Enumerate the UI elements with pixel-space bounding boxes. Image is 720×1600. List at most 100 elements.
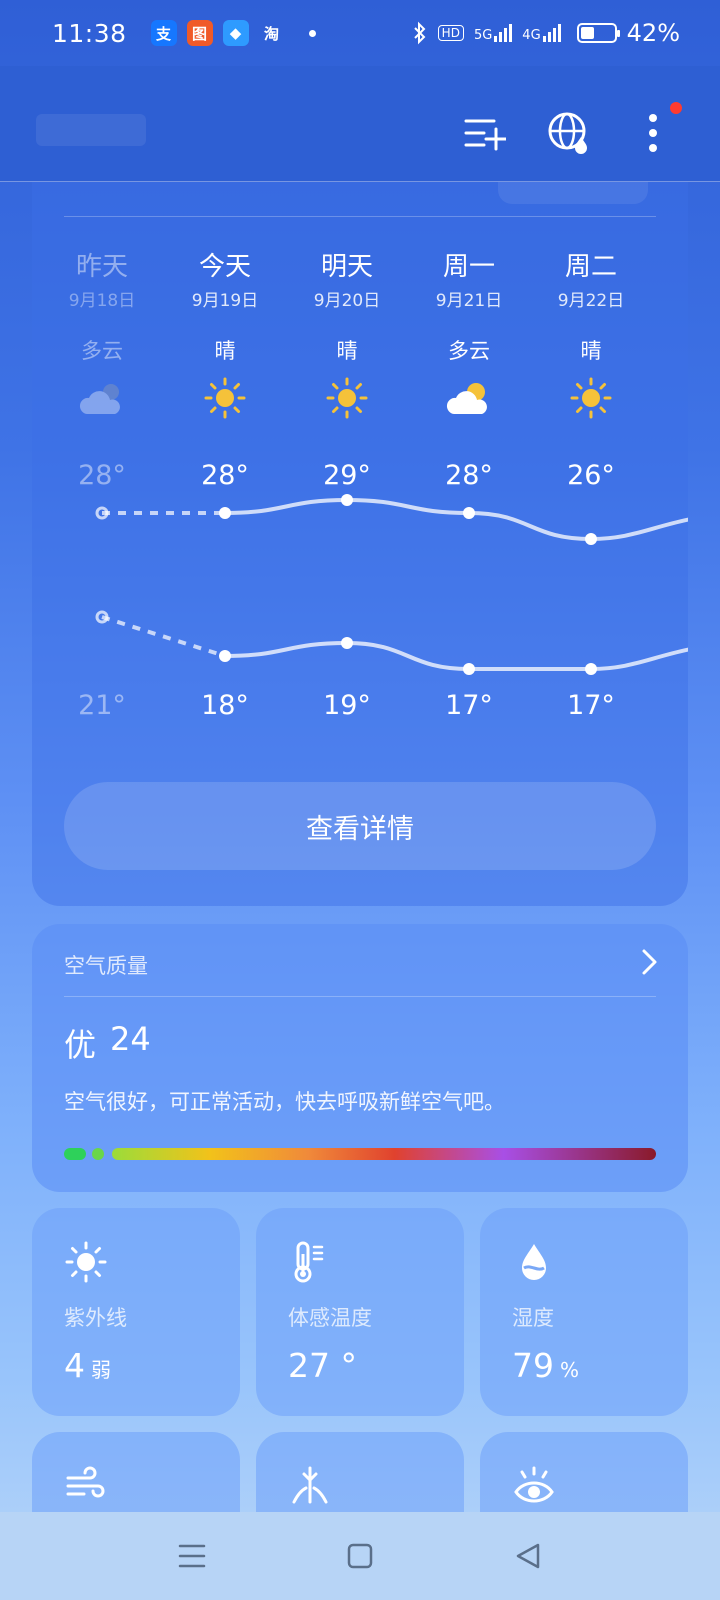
low-temp-label: 21° — [78, 690, 126, 721]
forecast-day-4: 周二 9月22日 晴 — [531, 250, 651, 424]
cloud-night-icon — [79, 384, 120, 414]
status-bar: 11:38 支 图 ◆ 淘 HD 5G 4G 42% — [0, 0, 720, 66]
forecast-day-1: 今天 9月19日 晴 — [165, 250, 285, 424]
aqi-scale-good — [64, 1148, 86, 1160]
day-name: 昨天 — [75, 252, 128, 282]
back-button[interactable] — [508, 1536, 548, 1576]
home-button[interactable] — [340, 1536, 380, 1576]
view-details-button[interactable]: 查看详情 — [64, 782, 656, 870]
low-temp-point — [341, 637, 353, 649]
high-temp-label: 28° — [445, 460, 493, 491]
divider — [64, 996, 656, 997]
net-label-5g: 5G — [473, 28, 493, 43]
wind-icon — [66, 1466, 105, 1498]
aqi-value: 优 24 — [64, 1020, 151, 1066]
battery-icon — [576, 23, 620, 43]
aqi-scale — [64, 1148, 656, 1160]
more-menu-button[interactable] — [630, 102, 682, 156]
sun-icon — [204, 377, 246, 419]
day-date: 9月19日 — [191, 291, 259, 311]
taobao-map-icon: 图 — [186, 20, 213, 46]
high-temp-curve — [224, 497, 688, 542]
day-condition: 晴 — [336, 339, 358, 363]
signal-5g: 5G — [473, 24, 513, 43]
forecast-day-0: 昨天 9月18日 多云 — [42, 250, 162, 424]
day-condition: 晴 — [214, 339, 236, 363]
low-temp-past-segment — [101, 615, 226, 658]
day-name: 周二 — [564, 252, 617, 282]
city-title-ghost[interactable] — [36, 114, 146, 146]
humidity-unit: % — [560, 1358, 580, 1382]
uv-label: 紫外线 — [64, 1306, 127, 1330]
aqi-index: 24 — [110, 1020, 151, 1058]
aqi-level: 优 — [64, 1026, 97, 1064]
header-actions — [462, 102, 682, 156]
partly-cloudy-icon — [446, 383, 487, 414]
uv-card[interactable]: 紫外线 4弱 — [32, 1208, 240, 1416]
app-header — [0, 66, 720, 182]
humidity-number: 79 — [512, 1346, 554, 1385]
high-temp-point — [341, 494, 353, 506]
sun-icon — [570, 377, 612, 419]
high-temp-label: 28° — [78, 460, 126, 491]
forecast-card: 昨天 9月18日 多云 今天 9月19日 晴 明天 9月20日 晴 周一 9月2… — [32, 160, 688, 906]
air-quality-title: 空气质量 — [64, 954, 148, 978]
feels-like-value: 27 ° — [288, 1346, 357, 1385]
day-name: 周一 — [442, 252, 495, 282]
globe-drop-icon — [548, 112, 587, 154]
low-temp-label: 17° — [567, 690, 615, 721]
humidity-label: 湿度 — [512, 1306, 554, 1330]
day-name: 今天 — [198, 252, 251, 282]
sun-icon — [326, 377, 368, 419]
add-list-icon — [464, 119, 506, 151]
feels-like-card[interactable]: 体感温度 27 ° — [256, 1208, 464, 1416]
forecast-day-3: 周一 9月21日 多云 — [409, 250, 529, 424]
day-condition: 多云 — [448, 339, 490, 363]
high-temp-point — [219, 507, 231, 519]
air-quality-card[interactable]: 空气质量 优 24 空气很好，可正常活动，快去呼吸新鲜空气吧。 — [32, 924, 688, 1192]
uv-number: 4 — [64, 1346, 85, 1385]
signal-bars-icon — [542, 24, 561, 42]
high-temp-label: 29° — [323, 460, 371, 491]
day-date: 9月21日 — [435, 291, 503, 311]
day-condition: 多云 — [81, 339, 123, 363]
low-temp-label: 17° — [445, 690, 493, 721]
aqi-indicator-icon — [92, 1148, 104, 1160]
hd-badge: HD — [437, 25, 464, 41]
uv-value: 4弱 — [64, 1346, 208, 1385]
uv-unit: 弱 — [91, 1358, 111, 1382]
battery-percent: 42% — [626, 19, 680, 47]
alipay-icon: 支 — [150, 20, 177, 46]
pressure-icon — [292, 1466, 328, 1504]
menu-lines-icon — [178, 1544, 206, 1568]
low-temp-point — [463, 663, 475, 675]
low-temp-label: 18° — [201, 690, 249, 721]
system-nav-bar — [0, 1512, 720, 1600]
feels-like-label: 体感温度 — [288, 1306, 372, 1330]
more-dots-icon — [649, 114, 657, 152]
update-badge-icon — [670, 102, 682, 114]
day-date: 9月18日 — [68, 291, 136, 311]
status-right: HD 5G 4G 42% — [412, 19, 680, 47]
high-temp-label: 26° — [567, 460, 615, 491]
humidity-value: 79% — [512, 1346, 656, 1385]
high-temp-label: 28° — [201, 460, 249, 491]
taobao-icon: 淘 — [264, 24, 280, 43]
signal-bars-icon — [494, 24, 513, 42]
add-city-button[interactable] — [462, 110, 508, 156]
low-temp-point — [585, 663, 597, 675]
signal-4g: 4G — [522, 24, 561, 43]
humidity-card[interactable]: 湿度 79% — [480, 1208, 688, 1416]
chevron-right-icon — [642, 949, 657, 975]
net-label-4g: 4G — [522, 28, 541, 43]
recent-apps-button[interactable] — [172, 1536, 212, 1576]
aqi-description: 空气很好，可正常活动，快去呼吸新鲜空气吧。 — [64, 1090, 505, 1114]
low-temp-point — [219, 650, 231, 662]
forecast-day-2: 明天 9月20日 晴 — [287, 250, 407, 424]
day-date: 9月20日 — [313, 291, 381, 311]
global-weather-button[interactable] — [546, 110, 592, 156]
status-time: 11:38 — [52, 18, 127, 48]
back-triangle-icon — [516, 1543, 540, 1569]
home-square-icon — [347, 1543, 373, 1569]
high-temp-point — [585, 533, 597, 545]
